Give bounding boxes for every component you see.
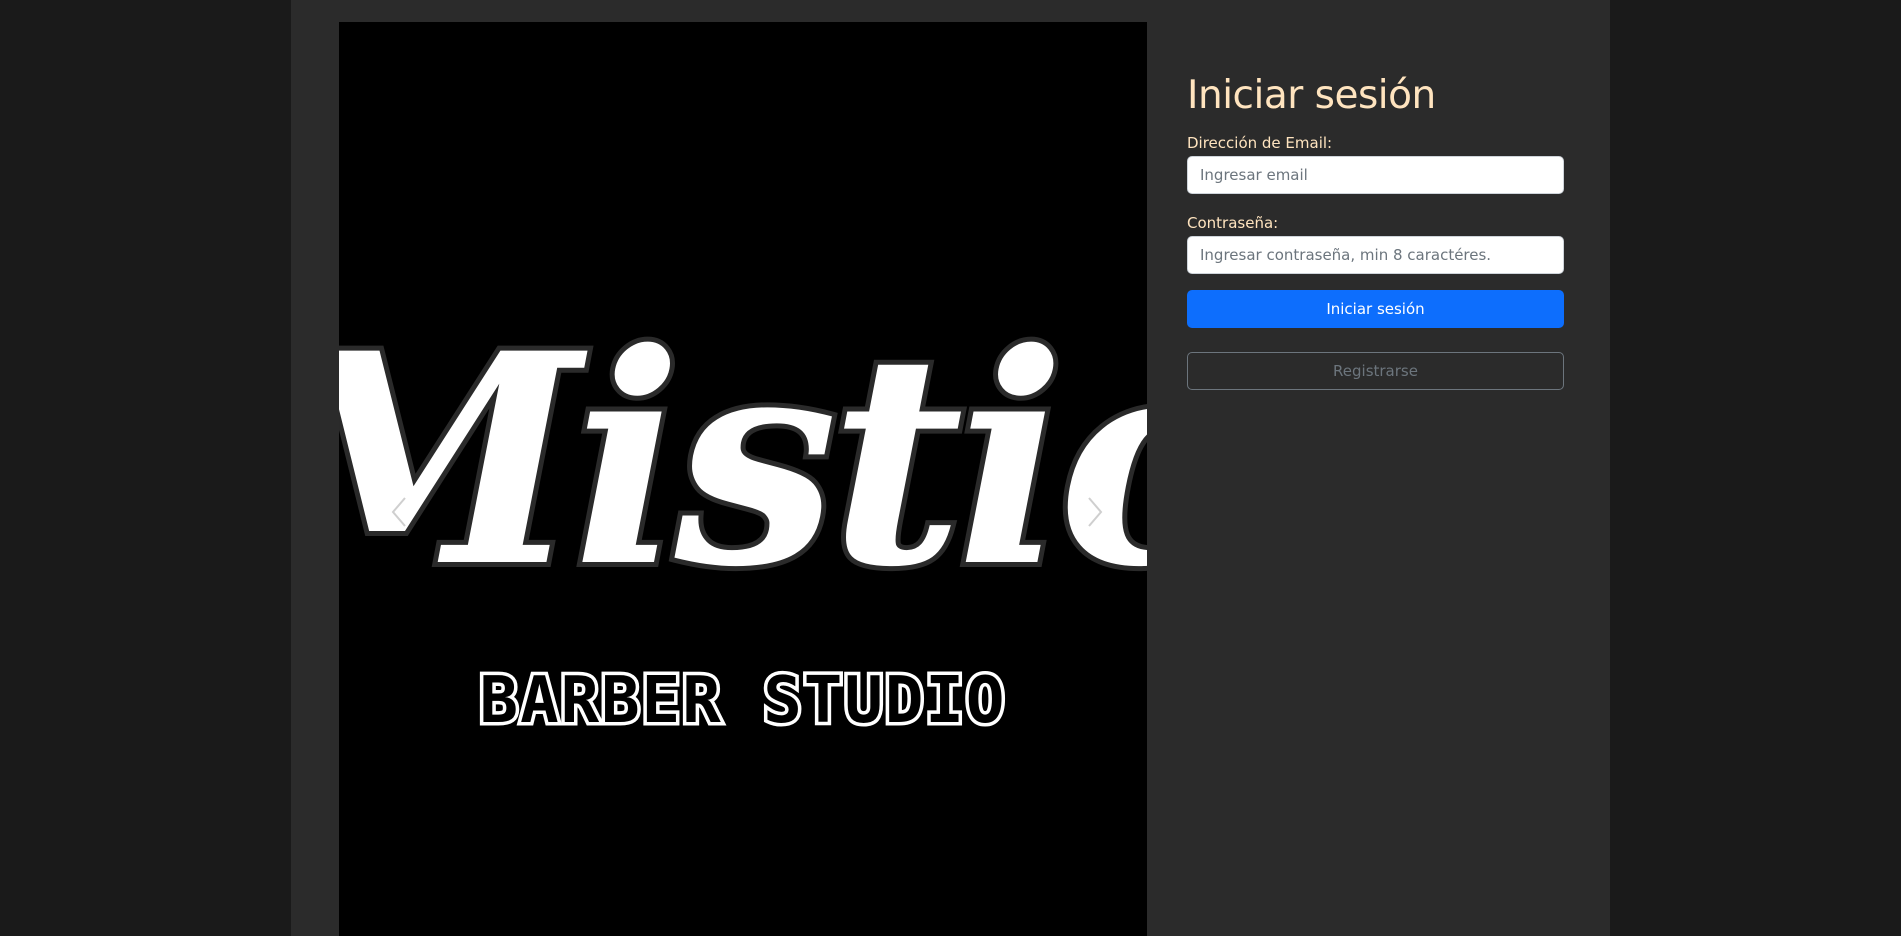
password-input[interactable] xyxy=(1187,236,1564,274)
logo-script: Mistic xyxy=(339,286,1147,636)
password-group: Contraseña: xyxy=(1187,214,1564,274)
login-button[interactable]: Iniciar sesión xyxy=(1187,290,1564,328)
logo-script-text: Mistic xyxy=(339,291,1147,631)
logo-carousel: Mistic BARBER STUDIO xyxy=(339,22,1147,936)
logo-subtitle: BARBER STUDIO xyxy=(476,661,1008,742)
carousel-next-button[interactable] xyxy=(1075,482,1115,542)
email-label: Dirección de Email: xyxy=(1187,134,1333,152)
main-container: Mistic BARBER STUDIO Iniciar sesión xyxy=(291,0,1610,936)
email-input[interactable] xyxy=(1187,156,1564,194)
password-label: Contraseña: xyxy=(1187,214,1279,232)
logo-subtitle-text: BARBER STUDIO xyxy=(480,664,1007,738)
page: Mistic BARBER STUDIO Iniciar sesión xyxy=(0,0,1901,936)
carousel-prev-button[interactable] xyxy=(379,482,419,542)
mistic-logo: Mistic BARBER STUDIO xyxy=(339,286,1147,742)
page-title: Iniciar sesión xyxy=(1187,73,1436,118)
chevron-left-icon xyxy=(391,497,406,527)
register-button[interactable]: Registrarse xyxy=(1187,352,1564,390)
login-form: Iniciar sesión Dirección de Email: Contr… xyxy=(1187,72,1564,390)
email-group: Dirección de Email: xyxy=(1187,134,1564,194)
chevron-right-icon xyxy=(1088,497,1103,527)
